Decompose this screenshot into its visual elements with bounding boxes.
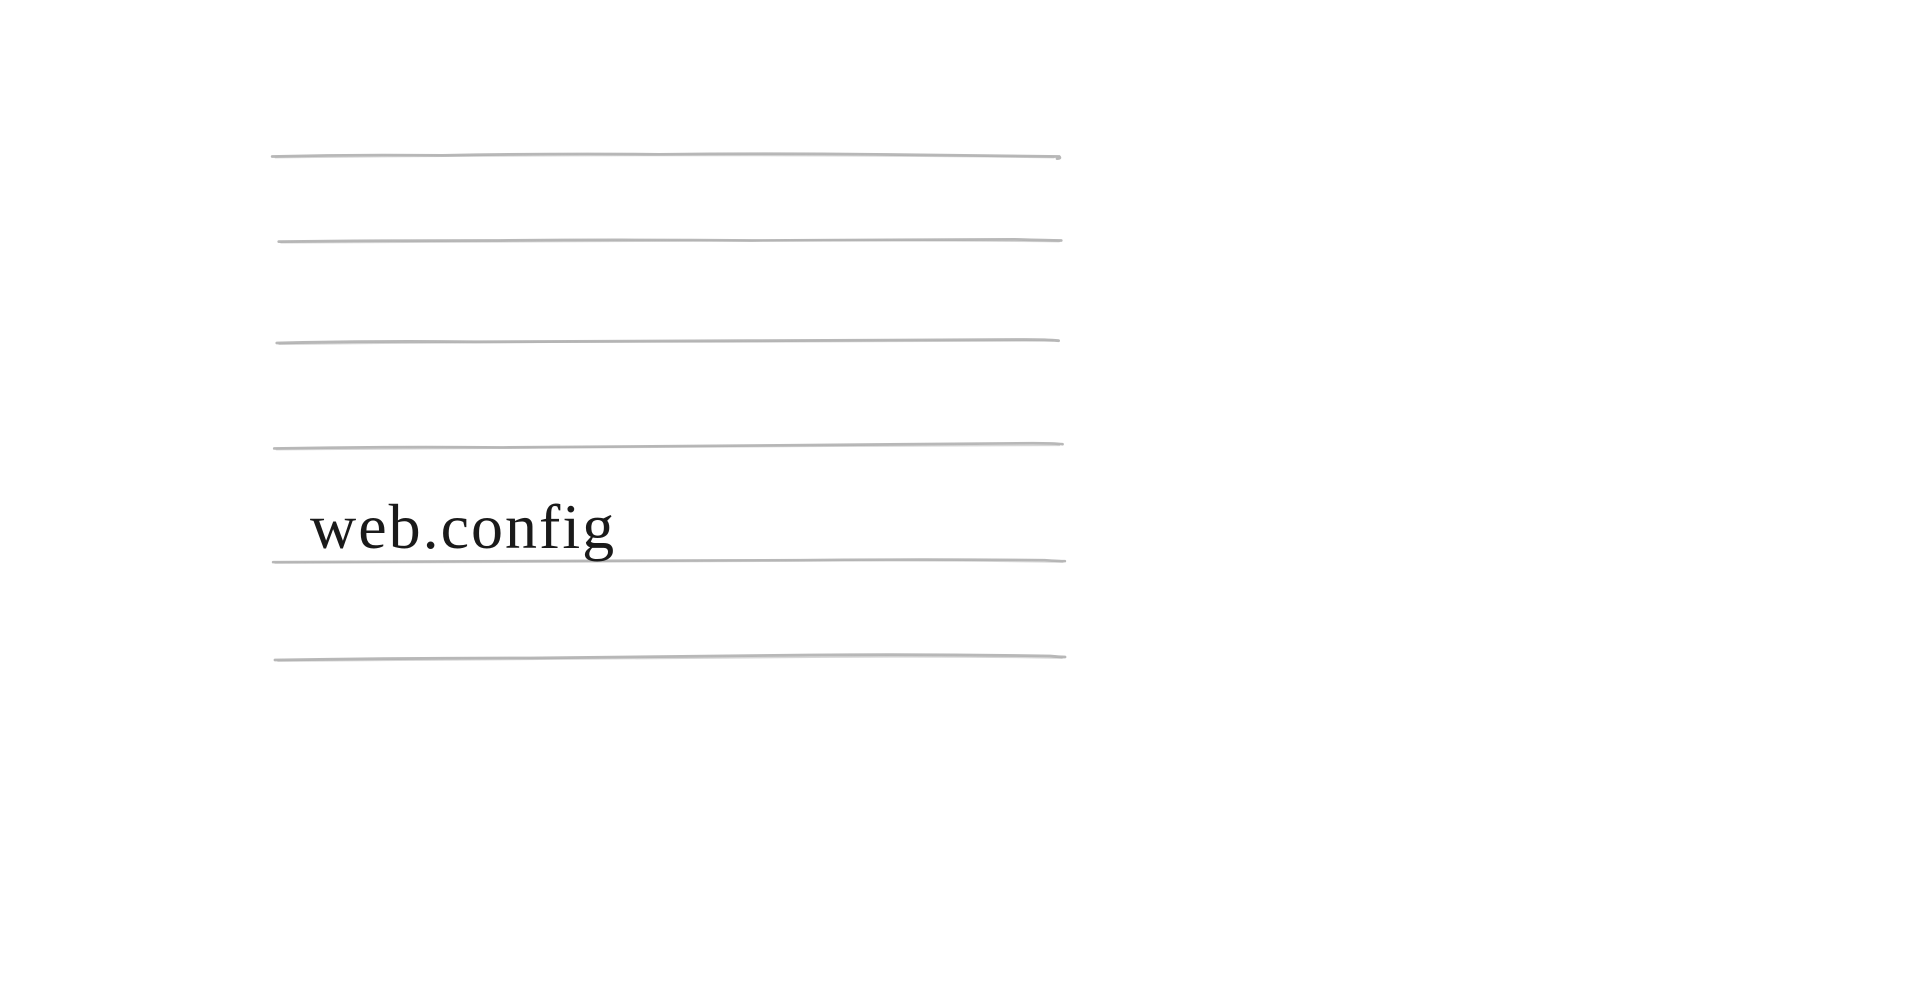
ruled-line-2 — [270, 235, 1070, 240]
ruled-line-3 — [270, 335, 1070, 340]
sketch-container — [270, 150, 1070, 745]
ruled-line-4 — [270, 440, 1070, 445]
ruled-line-6 — [270, 650, 1070, 655]
handwritten-text: web.config — [310, 490, 616, 564]
ruled-line-1 — [270, 150, 1070, 155]
